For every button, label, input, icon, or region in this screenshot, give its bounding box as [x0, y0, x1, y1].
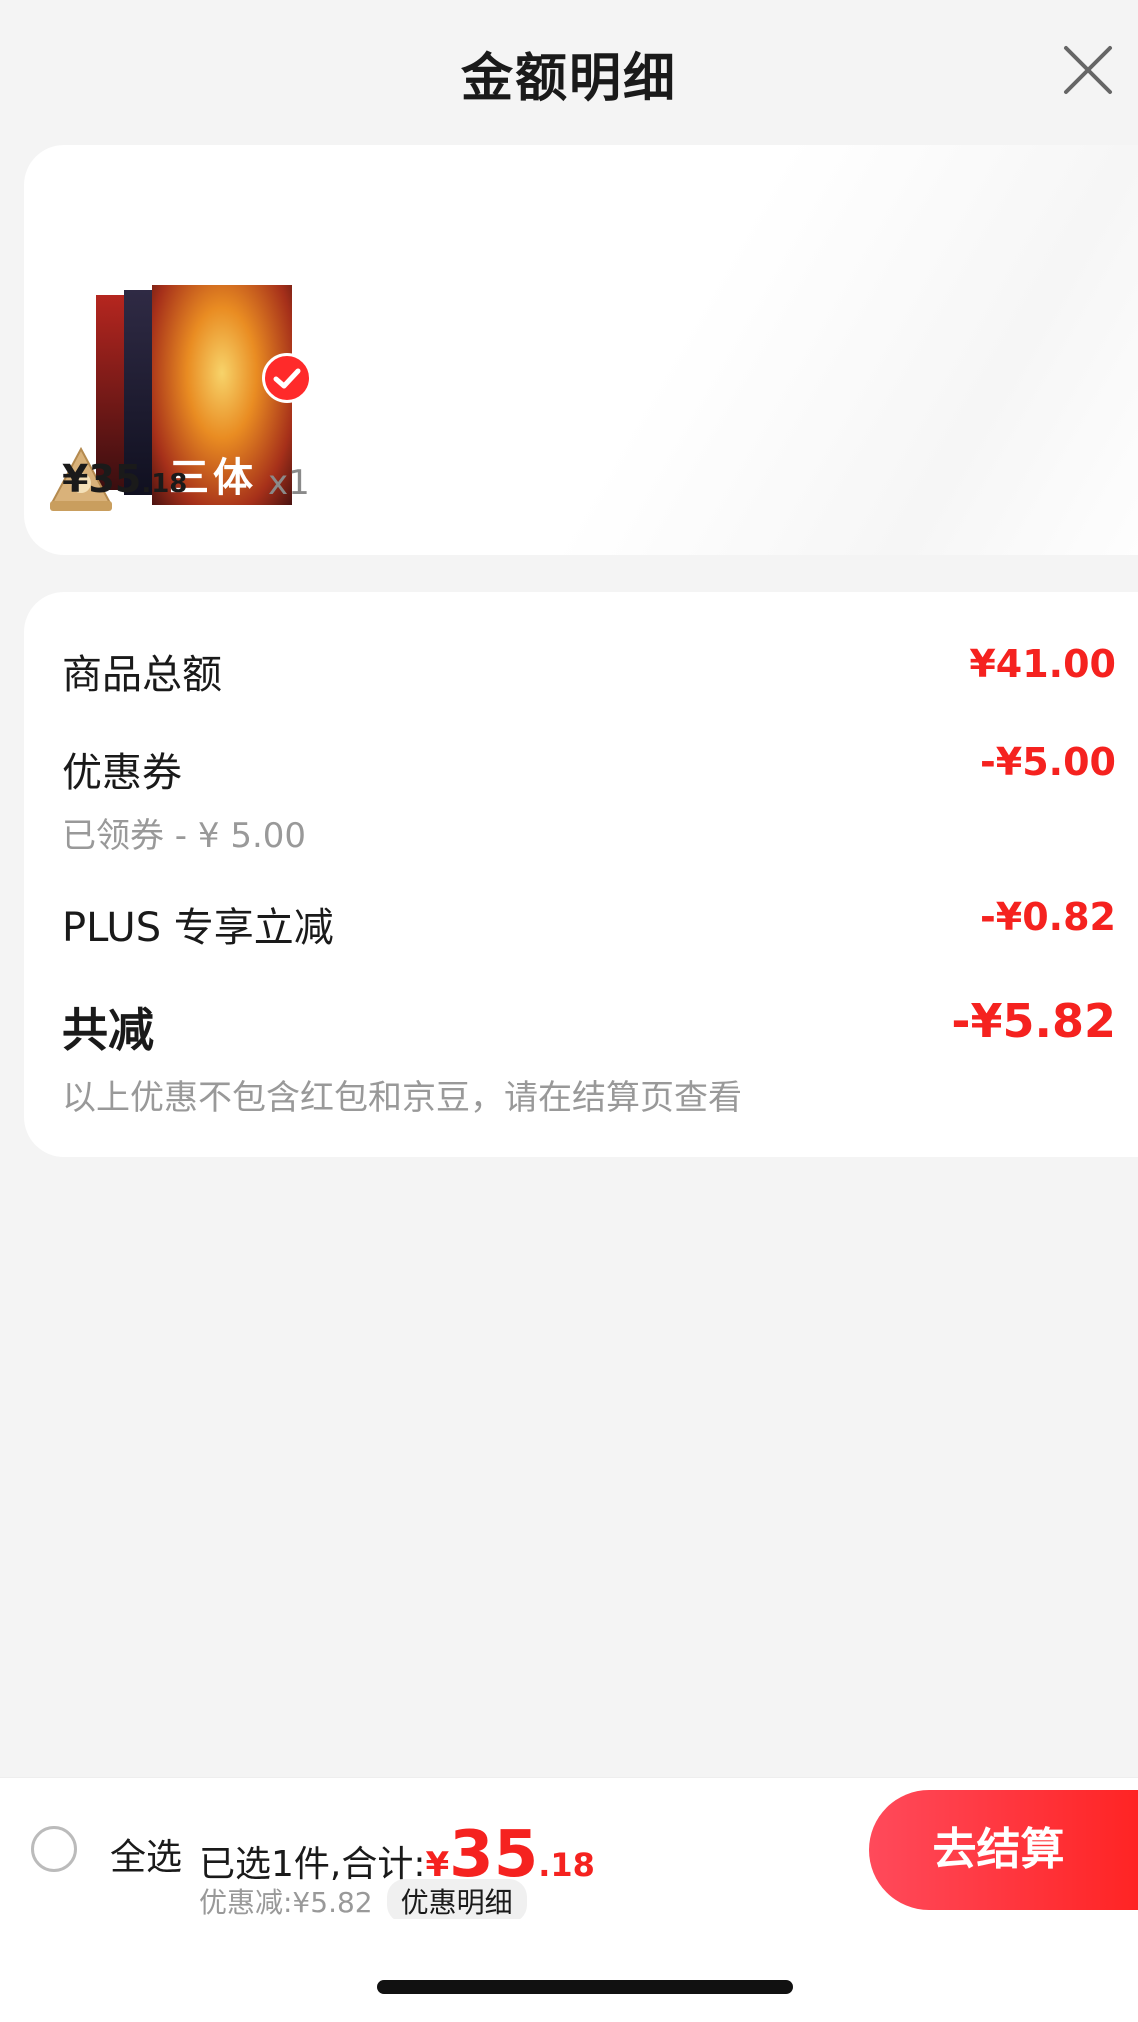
amount-detail-sheet: 金额明细 三体 ¥35.18 x1 商品总额 ¥41.00 优惠券 -¥5.00…: [0, 0, 1138, 2022]
summary-card: 商品总额 ¥41.00 优惠券 -¥5.00 已领券 - ¥ 5.00 PLUS…: [24, 592, 1138, 1157]
selected-check-icon[interactable]: [262, 353, 312, 403]
items-total-label: 商品总额: [62, 652, 222, 698]
close-icon: [1064, 46, 1112, 94]
product-quantity: x1: [268, 463, 310, 503]
plus-value: -¥0.82: [980, 895, 1116, 939]
items-total-value: ¥41.00: [969, 642, 1116, 686]
product-price-main: ¥35: [62, 457, 142, 501]
discount-text: 优惠减:¥5.82: [199, 1886, 373, 1919]
discount-detail-link[interactable]: 优惠明细: [386, 1879, 527, 1923]
coupon-label: 优惠券: [62, 750, 182, 796]
total-dec: .18: [538, 1846, 595, 1884]
coupon-row: 优惠券 -¥5.00 已领券 - ¥ 5.00: [62, 740, 1116, 857]
total-discount-row: 共减 -¥5.82 以上优惠不包含红包和京豆，请在结算页查看: [62, 994, 1116, 1119]
checkout-button[interactable]: 去结算: [869, 1790, 1138, 1910]
product-price: ¥35.18: [62, 457, 187, 501]
select-all-label[interactable]: 全选: [110, 1828, 182, 1880]
page: 金额明细 三体 ¥35.18 x1 商品总额 ¥41.00 优惠券 -¥5.00…: [0, 0, 1138, 2022]
product-card: 三体 ¥35.18 x1: [24, 145, 1138, 555]
product-price-decimal: .18: [141, 469, 188, 499]
discount-line: 优惠减:¥5.82 优惠明细: [199, 1879, 527, 1923]
sheet-title: 金额明细: [460, 49, 677, 109]
check-icon: [273, 368, 301, 389]
plus-row: PLUS 专享立减 -¥0.82: [62, 895, 1116, 953]
coupon-sub: 已领券 - ¥ 5.00: [62, 816, 307, 856]
total-discount-value: -¥5.82: [951, 994, 1116, 1048]
sheet-header: 金额明细: [0, 0, 1138, 140]
home-indicator[interactable]: [377, 1980, 793, 1994]
checkout-bar: 全选 已选1件,合计:¥35.18 优惠减:¥5.82 优惠明细 去结算: [0, 1777, 1138, 1923]
checkout-label: 去结算: [932, 1824, 1065, 1875]
select-all-radio[interactable]: [31, 1826, 77, 1872]
discount-note: 以上优惠不包含红包和京豆，请在结算页查看: [62, 1078, 742, 1118]
home-indicator-area: [0, 1919, 1138, 2022]
plus-label: PLUS 专享立减: [62, 905, 334, 951]
close-button[interactable]: [1060, 42, 1116, 98]
coupon-value: -¥5.00: [980, 740, 1116, 784]
items-total-row: 商品总额 ¥41.00: [62, 642, 1116, 700]
